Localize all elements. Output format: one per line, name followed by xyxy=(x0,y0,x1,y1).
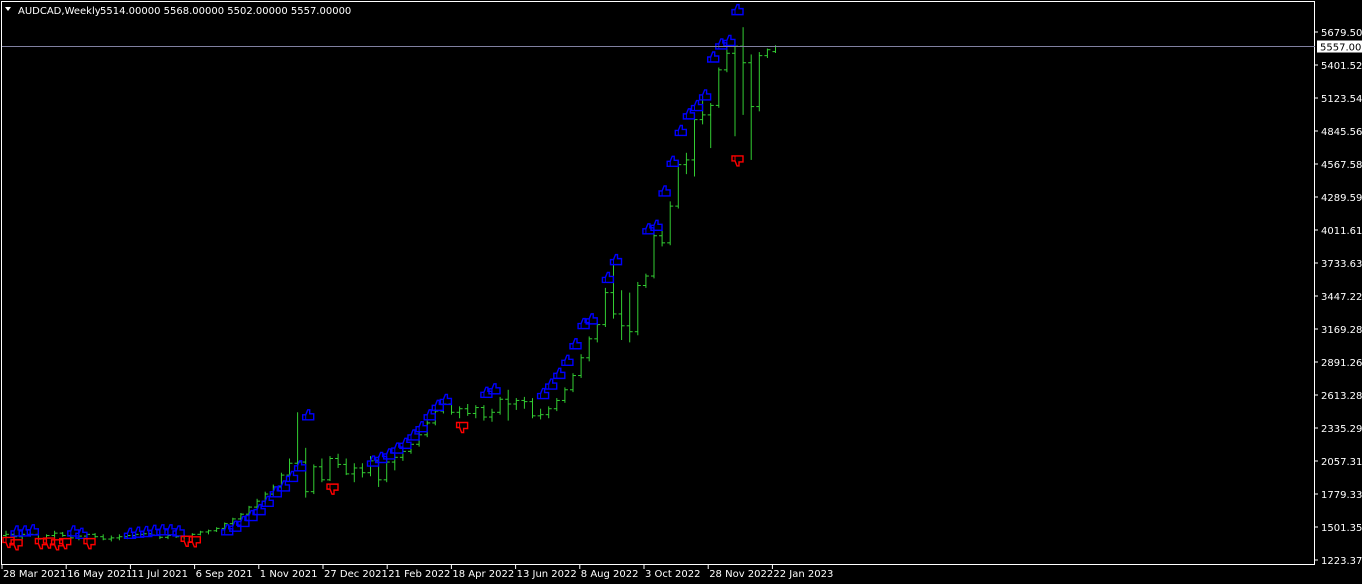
y-tick-label: 2891.2637 xyxy=(1321,358,1362,369)
y-tick-label: 1501.3532 xyxy=(1321,523,1362,534)
x-tick-label: 21 Feb 2022 xyxy=(388,569,450,580)
chart-canvas[interactable]: AUDCAD,Weekly 5514.00000 5568.00000 5502… xyxy=(0,0,1362,584)
chart-header: AUDCAD,Weekly 5514.00000 5568.00000 5502… xyxy=(5,6,351,17)
y-tick-label: 3447.2279 xyxy=(1321,292,1362,303)
y-tick-label: 3733.6337 xyxy=(1321,259,1362,270)
y-tick-label: 1223.3713 xyxy=(1321,556,1362,567)
y-tick-label: 5401.5263 xyxy=(1321,61,1362,72)
symbol-label: AUDCAD,Weekly xyxy=(18,6,101,17)
y-tick-label: 3169.2816 xyxy=(1321,325,1362,336)
x-tick-label: 28 Mar 2021 xyxy=(3,569,66,580)
current-price-label: 5557.0000 xyxy=(1320,43,1362,54)
y-tick-label: 4567.5800 xyxy=(1321,160,1362,171)
y-tick-label: 1779.3353 xyxy=(1321,490,1362,501)
y-tick-label: 2613.2816 xyxy=(1321,391,1362,402)
y-tick-label: 5123.5442 xyxy=(1321,94,1362,105)
current-price-tag: 5557.0000 xyxy=(1317,40,1362,54)
x-tick-label: 18 Apr 2022 xyxy=(452,569,514,580)
chart-background xyxy=(0,0,1362,584)
y-tick-label: 2057.3174 xyxy=(1321,457,1362,468)
y-tick-label: 5679.5084 xyxy=(1321,28,1362,39)
x-tick-label: 11 Jul 2021 xyxy=(131,569,188,580)
x-tick-label: 27 Dec 2021 xyxy=(324,569,388,580)
x-tick-label: 16 May 2021 xyxy=(67,569,132,580)
y-tick-label: 4011.6158 xyxy=(1321,226,1362,237)
ohlc-readout: 5514.00000 5568.00000 5502.00000 5557.00… xyxy=(100,6,351,17)
y-tick-label: 4289.5979 xyxy=(1321,193,1362,204)
y-tick-label: 4845.5621 xyxy=(1321,127,1362,138)
x-tick-label: 8 Aug 2022 xyxy=(581,569,639,580)
x-tick-label: 28 Nov 2022 xyxy=(709,569,773,580)
x-tick-label: 3 Oct 2022 xyxy=(645,569,700,580)
x-tick-label: 1 Nov 2021 xyxy=(260,569,318,580)
y-tick-label: 2335.2995 xyxy=(1321,424,1362,435)
x-tick-label: 6 Sep 2021 xyxy=(196,569,253,580)
x-tick-label: 22 Jan 2023 xyxy=(773,569,833,580)
x-tick-label: 13 Jun 2022 xyxy=(517,569,577,580)
